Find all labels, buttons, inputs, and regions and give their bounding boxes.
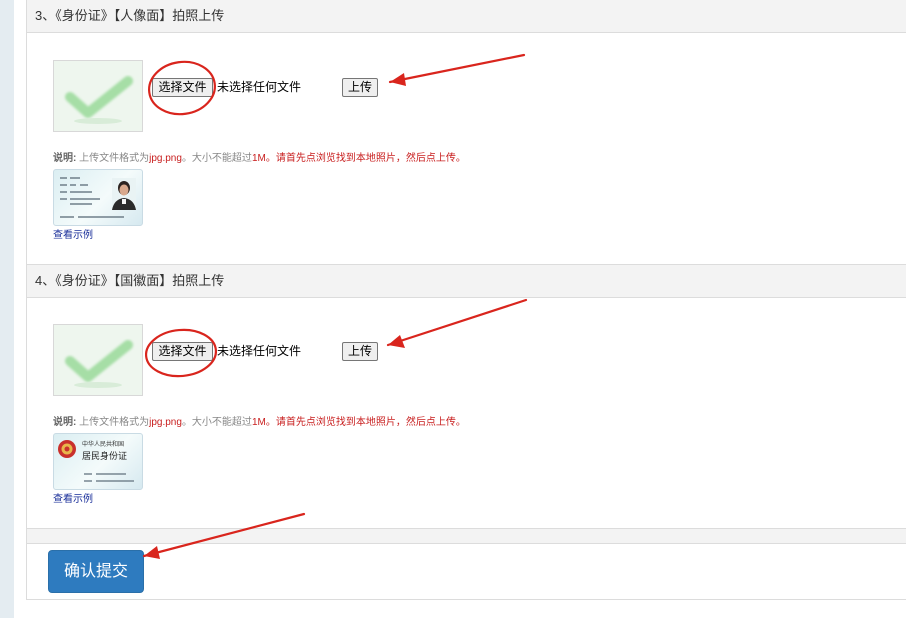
section-title: 4、《身份证》【国徽面】拍照上传: [35, 273, 225, 288]
upload-panel: 3、《身份证》【人像面】拍照上传 选择文件 未选择任何文件 上传 说明: 上传文…: [14, 0, 906, 618]
section-title: 3、《身份证》【人像面】拍照上传: [35, 8, 225, 23]
form-footer-divider: [27, 528, 906, 544]
emblem-preview-image: [53, 324, 143, 396]
upload-label: 上传: [347, 344, 372, 358]
upload-form: 3、《身份证》【人像面】拍照上传 选择文件 未选择任何文件 上传 说明: 上传文…: [26, 0, 906, 600]
note-instruction: 。请首先点浏览找到本地照片，然后点上传。: [265, 417, 466, 428]
id-card-emblem-illustration: 中华人民共和国 居民身份证: [58, 440, 134, 482]
note-label: 说明:: [53, 153, 77, 164]
choose-file-button[interactable]: 选择文件: [152, 78, 213, 97]
upload-button[interactable]: 上传: [342, 78, 378, 97]
section-header-emblem: 4、《身份证》【国徽面】拍照上传: [27, 264, 906, 298]
upload-instructions: 说明: 上传文件格式为jpg.png。大小不能超过1M。请首先点浏览找到本地照片…: [53, 416, 466, 430]
page-left-gutter: [0, 0, 14, 618]
note-size-prefix: 。大小不能超过: [181, 153, 252, 164]
no-file-status: 未选择任何文件: [217, 344, 302, 358]
check-mark-icon: [65, 76, 133, 124]
card-header-text: 中华人民共和国: [82, 440, 124, 448]
note-format-value: jpg.png: [149, 153, 182, 164]
upload-instructions: 说明: 上传文件格式为jpg.png。大小不能超过1M。请首先点浏览找到本地照片…: [53, 152, 466, 166]
check-mark-icon: [65, 340, 133, 388]
choose-file-label: 选择文件: [158, 344, 207, 358]
section-header-portrait: 3、《身份证》【人像面】拍照上传: [27, 0, 906, 33]
no-file-status: 未选择任何文件: [217, 80, 302, 94]
note-size-value: 1M: [251, 153, 266, 164]
confirm-submit-button[interactable]: 确认提交: [48, 550, 144, 593]
portrait-sample-image[interactable]: [53, 169, 143, 226]
note-format-value: jpg.png: [149, 417, 182, 428]
emblem-sample-image[interactable]: 中华人民共和国 居民身份证: [53, 433, 143, 490]
view-sample-link[interactable]: 查看示例: [53, 229, 93, 242]
note-instruction: 。请首先点浏览找到本地照片，然后点上传。: [265, 153, 466, 164]
view-sample-link[interactable]: 查看示例: [53, 493, 93, 506]
choose-file-button[interactable]: 选择文件: [152, 342, 213, 361]
note-size-value: 1M: [251, 417, 266, 428]
upload-button[interactable]: 上传: [342, 342, 378, 361]
upload-label: 上传: [347, 80, 372, 94]
portrait-preview-image: [53, 60, 143, 132]
note-label: 说明:: [53, 417, 77, 428]
note-format-prefix: 上传文件格式为: [79, 153, 150, 164]
id-card-portrait-illustration: [60, 177, 136, 218]
card-title-text: 居民身份证: [82, 450, 127, 462]
choose-file-label: 选择文件: [158, 80, 207, 94]
note-size-prefix: 。大小不能超过: [181, 417, 252, 428]
note-format-prefix: 上传文件格式为: [79, 417, 150, 428]
